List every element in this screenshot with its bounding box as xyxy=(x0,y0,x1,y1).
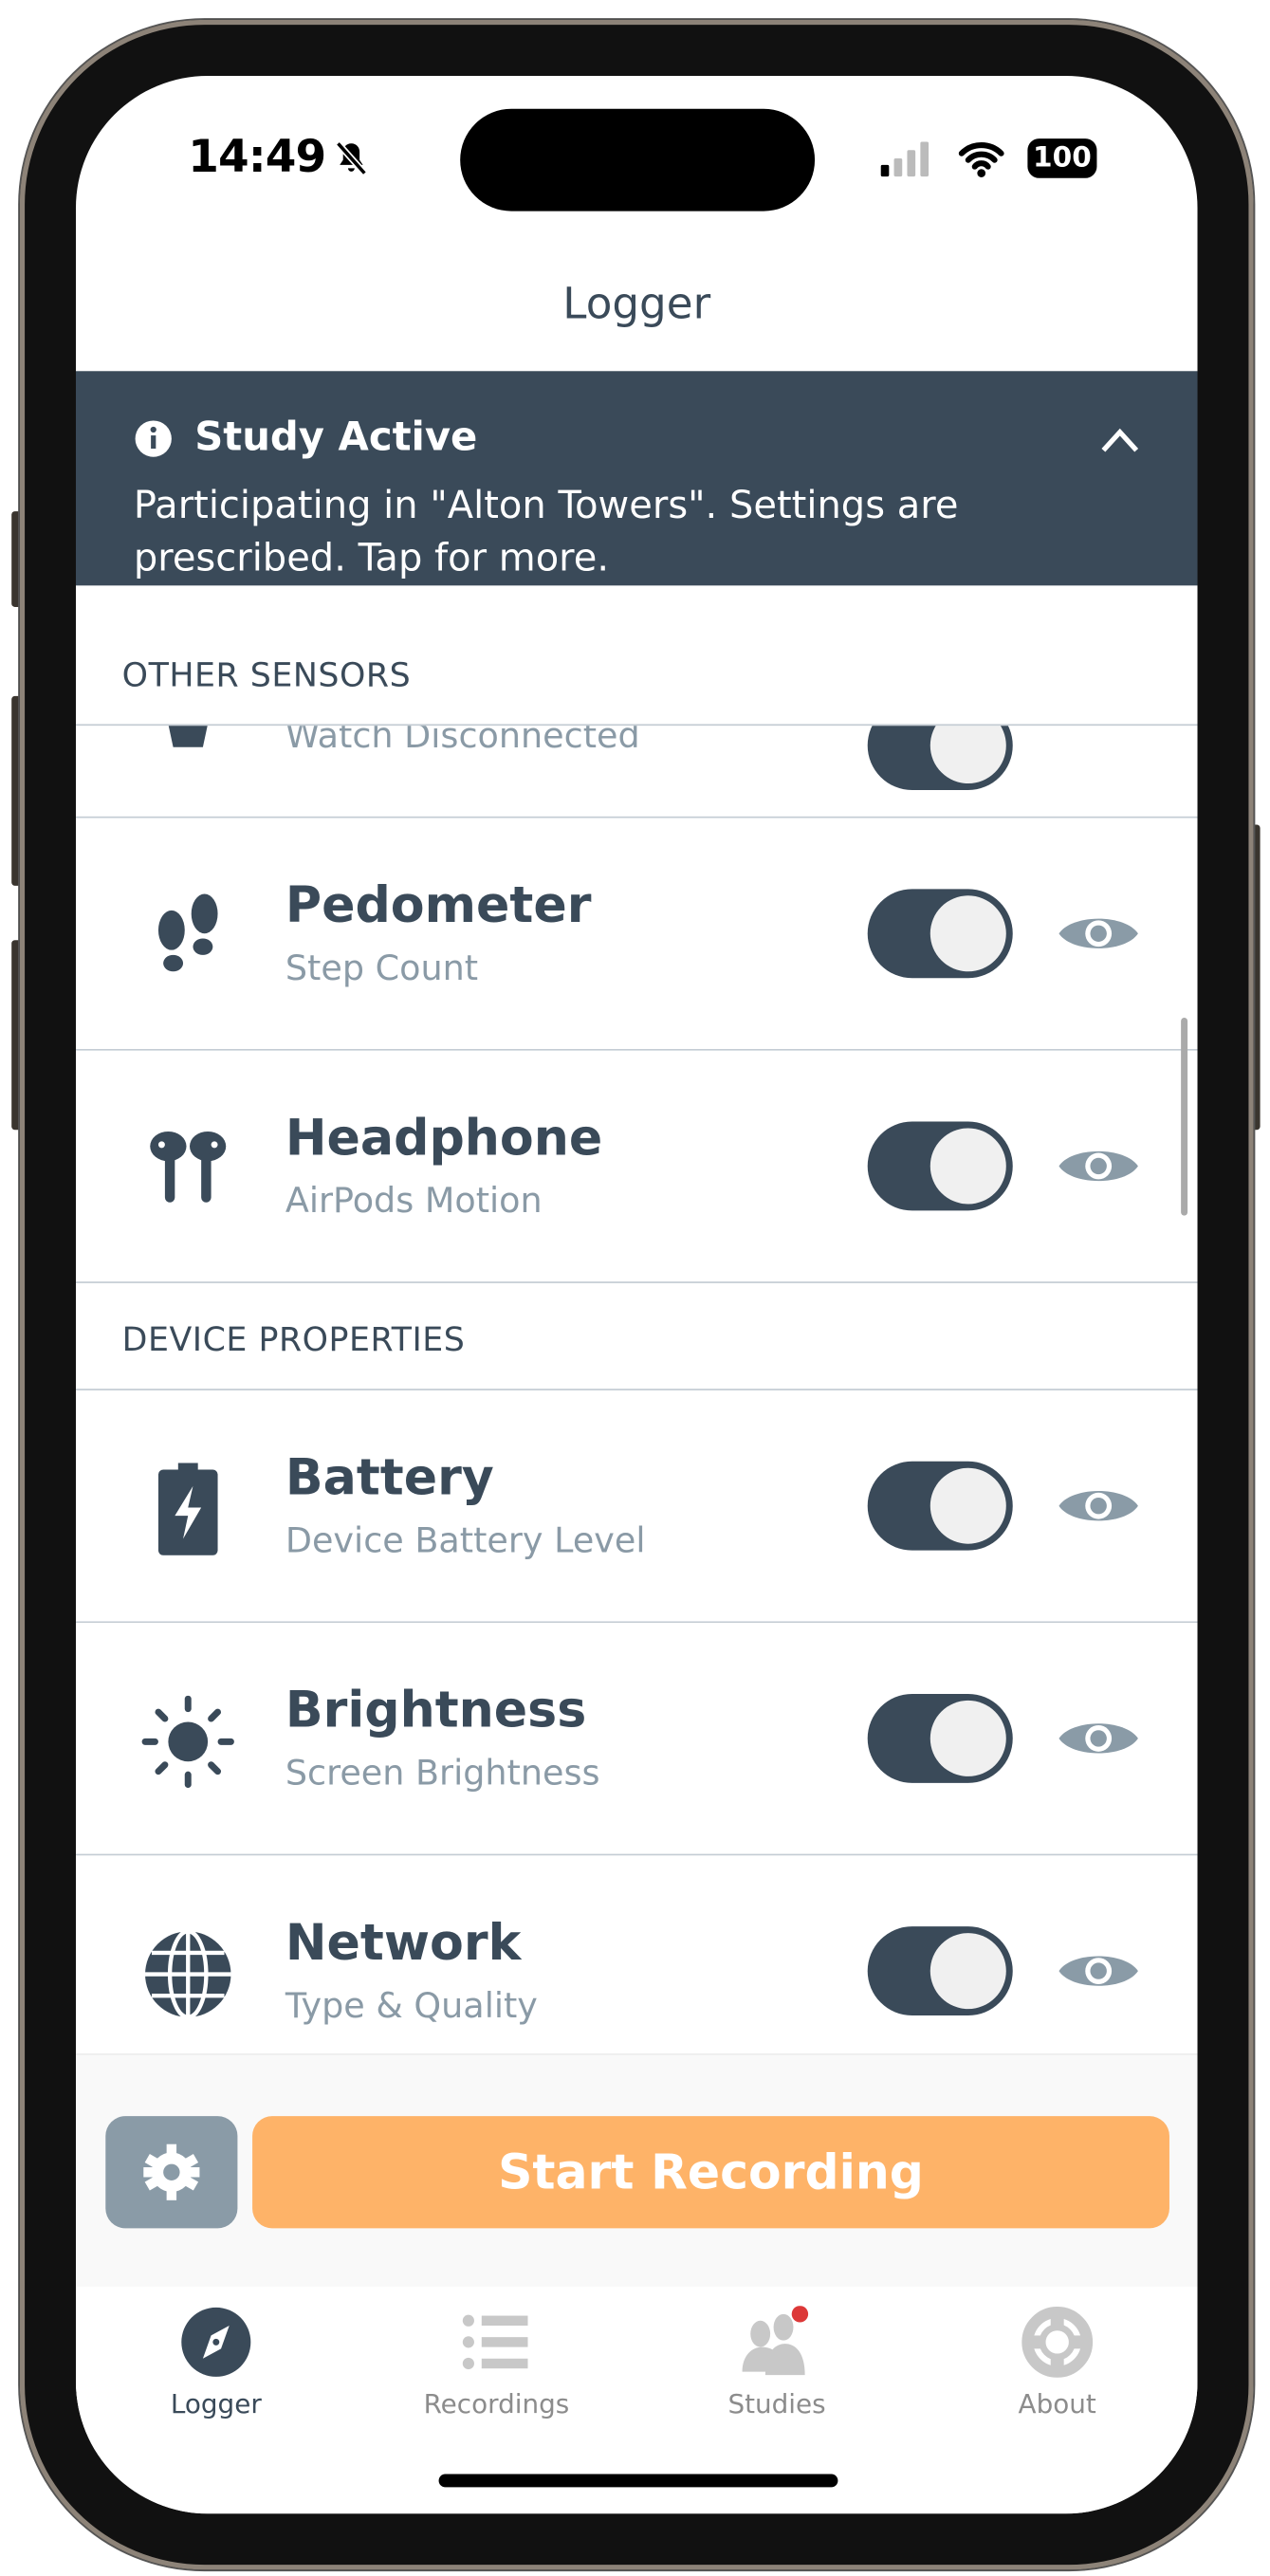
section-header-other-sensors: OTHER SENSORS xyxy=(75,621,1198,727)
screen: 14:49 100 Logger Study Active Participat… xyxy=(75,75,1198,2514)
info-circle-icon xyxy=(135,420,172,457)
footprints-icon xyxy=(157,893,218,972)
action-bar: Start Recording xyxy=(75,2053,1198,2288)
settings-button[interactable] xyxy=(105,2116,238,2229)
eye-icon[interactable] xyxy=(1056,907,1141,960)
sensor-name: Headphone xyxy=(285,1110,603,1168)
tab-label: About xyxy=(1018,2388,1096,2420)
eye-icon[interactable] xyxy=(1056,1944,1141,1997)
sensor-row-network[interactable]: Network Type & Quality xyxy=(75,1855,1198,2087)
scrollbar[interactable] xyxy=(1181,1017,1188,1216)
sensor-toggle[interactable] xyxy=(867,1461,1013,1551)
tab-about[interactable]: About xyxy=(917,2286,1198,2451)
dynamic-island xyxy=(460,108,816,212)
sensor-name: Network xyxy=(285,1914,522,1973)
home-indicator[interactable] xyxy=(438,2474,838,2488)
compass-icon xyxy=(181,2307,251,2377)
sensor-row-pedometer[interactable]: Pedometer Step Count xyxy=(75,818,1198,1051)
sensor-subtitle: Screen Brightness xyxy=(285,1753,600,1794)
tab-recordings[interactable]: Recordings xyxy=(357,2286,637,2451)
eye-icon[interactable] xyxy=(1056,1480,1141,1533)
study-active-banner[interactable]: Study Active Participating in "Alton Tow… xyxy=(75,371,1198,622)
sensor-subtitle: Step Count xyxy=(285,948,479,988)
status-time: 14:49 xyxy=(188,132,326,184)
start-recording-button[interactable]: Start Recording xyxy=(252,2116,1169,2229)
cellular-signal-icon xyxy=(880,141,929,177)
sensor-subtitle: AirPods Motion xyxy=(285,1181,543,1221)
sensor-row-brightness[interactable]: Brightness Screen Brightness xyxy=(75,1623,1198,1856)
banner-title: Study Active xyxy=(194,414,478,461)
list-icon xyxy=(462,2314,528,2370)
banner-text: Participating in "Alton Towers". Setting… xyxy=(133,485,959,581)
wifi-icon xyxy=(958,142,1004,177)
airpods-icon xyxy=(150,1131,227,1203)
globe-icon xyxy=(145,1929,231,2019)
tab-label: Recordings xyxy=(423,2388,570,2420)
sensor-subtitle: Type & Quality xyxy=(285,1985,538,2026)
gear-icon xyxy=(143,2144,200,2200)
battery-icon: 100 xyxy=(1027,138,1097,178)
eye-icon[interactable] xyxy=(1056,1712,1141,1765)
tab-label: Logger xyxy=(170,2388,262,2420)
sensor-toggle[interactable] xyxy=(867,1121,1013,1211)
tab-logger[interactable]: Logger xyxy=(76,2286,357,2451)
bell-slash-icon xyxy=(335,140,367,175)
sensor-row-headphone[interactable]: Headphone AirPods Motion xyxy=(75,1050,1198,1283)
sensor-toggle[interactable] xyxy=(867,889,1013,979)
sensor-name: Brightness xyxy=(285,1682,587,1740)
section-title: DEVICE PROPERTIES xyxy=(121,1319,466,1359)
sensor-toggle[interactable] xyxy=(867,1926,1013,2016)
chevron-up-icon[interactable] xyxy=(1098,426,1141,455)
sensor-name: Pedometer xyxy=(285,877,592,936)
sensor-row-battery[interactable]: Battery Device Battery Level xyxy=(75,1389,1198,1624)
phone: 14:49 100 Logger Study Active Participat… xyxy=(0,0,1270,2576)
sensor-name: Battery xyxy=(285,1449,494,1508)
tab-label: Studies xyxy=(727,2388,826,2420)
battery-bolt-icon xyxy=(157,1463,218,1555)
sun-icon xyxy=(141,1695,234,1789)
page-title: Logger xyxy=(562,280,711,330)
tab-studies[interactable]: Studies xyxy=(636,2286,917,2451)
notification-badge xyxy=(791,2306,809,2323)
users-icon xyxy=(742,2306,809,2376)
section-title: OTHER SENSORS xyxy=(121,654,412,695)
sensor-toggle[interactable] xyxy=(867,1693,1013,1783)
section-header-device-properties: DEVICE PROPERTIES xyxy=(75,1282,1198,1390)
eye-icon[interactable] xyxy=(1056,1140,1141,1193)
sensor-subtitle: Device Battery Level xyxy=(285,1520,646,1561)
lifebuoy-icon xyxy=(1022,2306,1094,2378)
